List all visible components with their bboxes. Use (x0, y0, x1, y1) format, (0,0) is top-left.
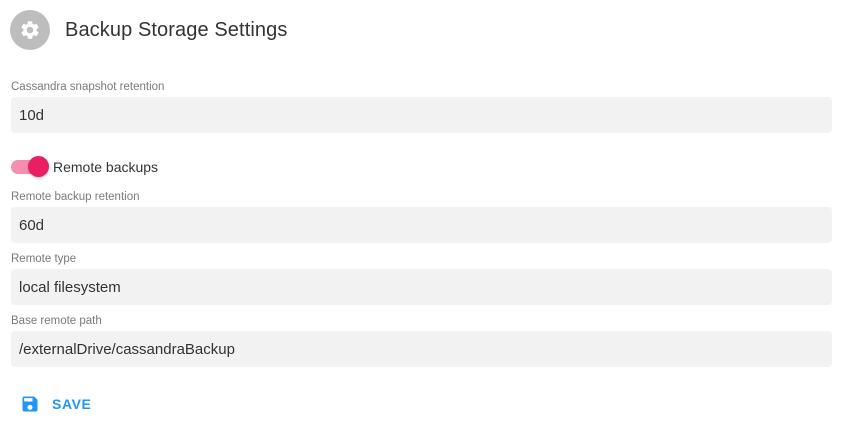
save-button-label: SAVE (52, 396, 92, 412)
remote-backups-toggle[interactable] (11, 155, 49, 179)
remote-type-value: local filesystem (19, 278, 121, 296)
save-button[interactable]: SAVE (14, 388, 98, 420)
gear-icon (21, 21, 39, 39)
base-remote-path-field[interactable]: /externalDrive/cassandraBackup (11, 331, 832, 367)
header: Backup Storage Settings (10, 10, 287, 50)
base-remote-path-label: Base remote path (11, 315, 102, 327)
remote-retention-field[interactable]: 60d (11, 207, 832, 243)
remote-backups-toggle-row: Remote backups (11, 155, 158, 179)
remote-backups-label: Remote backups (53, 159, 159, 175)
snapshot-retention-value: 10d (19, 106, 45, 124)
remote-retention-value: 60d (19, 216, 45, 234)
toggle-thumb (28, 156, 49, 177)
remote-type-label: Remote type (11, 253, 77, 265)
remote-retention-label: Remote backup retention (11, 191, 140, 203)
remote-type-select[interactable]: local filesystem (11, 269, 832, 305)
backup-storage-settings-page: Backup Storage Settings Cassandra snapsh… (0, 0, 844, 430)
snapshot-retention-label: Cassandra snapshot retention (11, 81, 165, 93)
page-title: Backup Storage Settings (65, 18, 288, 41)
base-remote-path-value: /externalDrive/cassandraBackup (19, 340, 235, 358)
settings-avatar (10, 10, 50, 50)
snapshot-retention-field[interactable]: 10d (11, 97, 832, 133)
floppy-disk-icon (20, 394, 40, 414)
